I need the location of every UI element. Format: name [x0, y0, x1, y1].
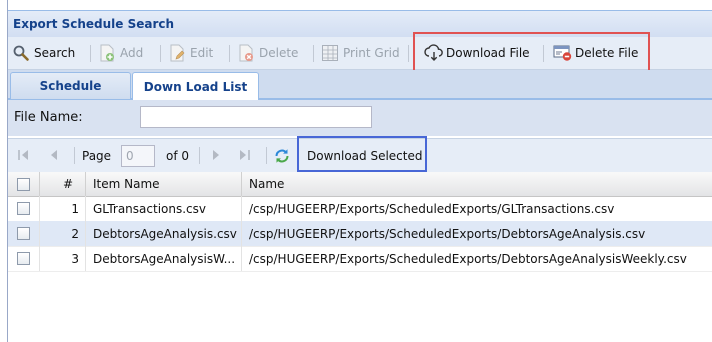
item-name-cell: DebtorsAgeAnalysisW... [86, 246, 242, 271]
edit-button[interactable]: Edit [168, 37, 213, 69]
row-number: 1 [40, 196, 86, 221]
delete-document-icon [237, 44, 255, 62]
last-page-icon [236, 147, 254, 165]
page-input-wrap: 0 [121, 139, 155, 173]
file-path-cell: /csp/HUGEERP/Exports/ScheduledExports/De… [249, 251, 687, 266]
item-name-cell: GLTransactions.csv [86, 196, 242, 221]
row-checkbox[interactable] [8, 221, 40, 246]
file-name-input[interactable] [140, 106, 372, 128]
item-name-cell: DebtorsAgeAnalysis.csv [86, 221, 242, 246]
delete-button[interactable]: Delete [237, 37, 298, 69]
refresh-icon [273, 147, 291, 165]
last-page-button[interactable] [236, 139, 254, 173]
table-row[interactable]: 2 DebtorsAgeAnalysis.csv /csp/HUGEERP/Ex… [8, 221, 712, 247]
page-number-input[interactable]: 0 [121, 145, 155, 167]
edit-document-icon [168, 44, 186, 62]
tab-schedule[interactable]: Schedule [10, 72, 131, 99]
row-checkbox[interactable] [8, 246, 40, 271]
tab-bar: Schedule Down Load List [8, 70, 712, 100]
prev-page-button[interactable] [46, 139, 64, 173]
col-header-name[interactable]: Name [242, 172, 712, 196]
export-schedule-panel: Export Schedule Search Search Add Edit D… [8, 0, 712, 342]
add-document-icon [98, 44, 116, 62]
filter-row: File Name: [8, 100, 712, 136]
refresh-button[interactable] [273, 139, 291, 173]
download-selected-highlight [297, 136, 427, 172]
checkbox-icon [17, 177, 30, 191]
checkbox-icon [17, 227, 30, 240]
prev-page-icon [46, 147, 64, 165]
col-header-num[interactable]: # [40, 172, 86, 196]
panel-title: Export Schedule Search [13, 17, 175, 31]
file-path-cell: /csp/HUGEERP/Exports/ScheduledExports/GL… [249, 201, 615, 216]
page-count: of 0 [166, 149, 190, 163]
table-row[interactable]: 1 GLTransactions.csv /csp/HUGEERP/Export… [8, 196, 712, 222]
col-header-item-name[interactable]: Item Name [86, 172, 242, 196]
grid-icon [321, 44, 339, 62]
row-checkbox[interactable] [8, 196, 40, 221]
search-button[interactable]: Search [12, 37, 75, 69]
checkbox-icon [17, 202, 30, 215]
add-button[interactable]: Add [98, 37, 143, 69]
row-number: 3 [40, 246, 86, 271]
search-icon [12, 44, 30, 62]
grid-header: # Item Name Name [8, 172, 712, 197]
first-page-icon [16, 147, 34, 165]
table-row[interactable]: 3 DebtorsAgeAnalysisW... /csp/HUGEERP/Ex… [8, 246, 712, 272]
row-number: 2 [40, 221, 86, 246]
checkbox-icon [17, 252, 30, 265]
select-all-checkbox[interactable] [8, 172, 40, 196]
file-path-cell: /csp/HUGEERP/Exports/ScheduledExports/De… [249, 226, 646, 241]
file-name-label: File Name: [14, 110, 83, 125]
left-border [0, 0, 8, 342]
print-grid-button[interactable]: Print Grid [321, 37, 400, 69]
first-page-button[interactable] [16, 139, 34, 173]
next-page-button[interactable] [208, 139, 226, 173]
page-label: Page [82, 149, 112, 163]
tab-download-list[interactable]: Down Load List [132, 72, 259, 100]
next-page-icon [208, 147, 226, 165]
